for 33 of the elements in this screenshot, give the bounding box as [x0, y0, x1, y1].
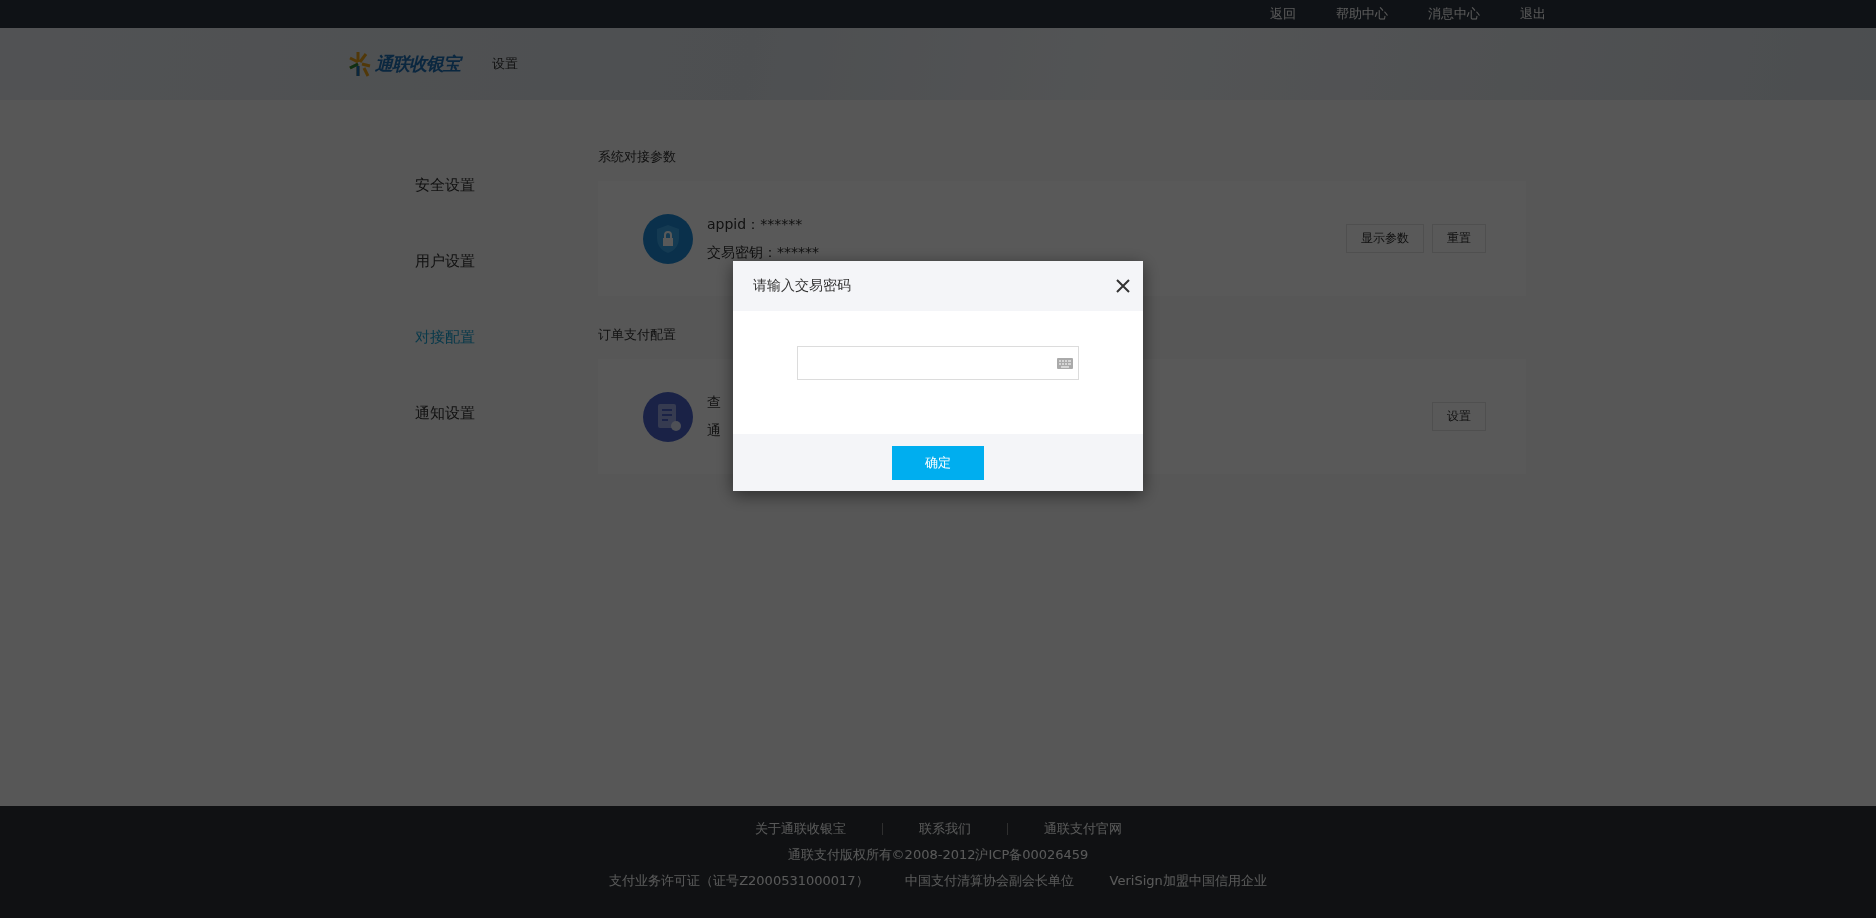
- logo-icon: [348, 50, 372, 78]
- card-button[interactable]: 设置: [1432, 402, 1486, 431]
- credential-text: 支付业务许可证（证号Z2000531000017）: [609, 872, 869, 890]
- sidebar-item[interactable]: 安全设置: [415, 172, 598, 198]
- top-nav-link[interactable]: 消息中心: [1428, 5, 1480, 23]
- top-nav-link[interactable]: 退出: [1520, 5, 1546, 23]
- card-text: 通: [707, 421, 722, 440]
- credential-text: VeriSign加盟中国信用企业: [1109, 872, 1267, 890]
- sidebar-item[interactable]: 对接配置: [415, 324, 598, 350]
- page-title: 设置: [492, 55, 518, 73]
- card-button[interactable]: 重置: [1432, 224, 1486, 253]
- dialog-title: 请输入交易密码: [753, 277, 851, 295]
- section-title: 系统对接参数: [598, 148, 677, 166]
- shield-lock-icon: [643, 213, 693, 264]
- top-nav-link[interactable]: 返回: [1270, 5, 1296, 23]
- sidebar-item[interactable]: 通知设置: [415, 400, 598, 426]
- close-icon: [1115, 278, 1131, 294]
- footer-link[interactable]: 关于通联收银宝: [754, 820, 846, 838]
- document-gear-icon: [643, 391, 693, 442]
- password-field[interactable]: [797, 346, 1079, 380]
- card-button[interactable]: 显示参数: [1346, 224, 1424, 253]
- card-text: 交易密钥：******: [707, 243, 820, 262]
- sidebar-item[interactable]: 用户设置: [415, 248, 598, 274]
- confirm-button[interactable]: 确定: [892, 445, 984, 480]
- card-text: 查: [707, 393, 722, 412]
- keyboard-icon[interactable]: [1057, 357, 1073, 369]
- credential-text: 中国支付清算协会副会长单位: [904, 872, 1074, 890]
- top-nav-link[interactable]: 帮助中心: [1336, 5, 1388, 23]
- footer-link[interactable]: 通联支付官网: [1043, 820, 1122, 838]
- card-text: appid：******: [707, 215, 804, 234]
- copyright-text: 通联支付版权所有©2008-2012沪ICP备00026459: [787, 846, 1089, 864]
- footer-link[interactable]: 联系我们: [918, 820, 971, 838]
- section-title: 订单支付配置: [598, 326, 677, 344]
